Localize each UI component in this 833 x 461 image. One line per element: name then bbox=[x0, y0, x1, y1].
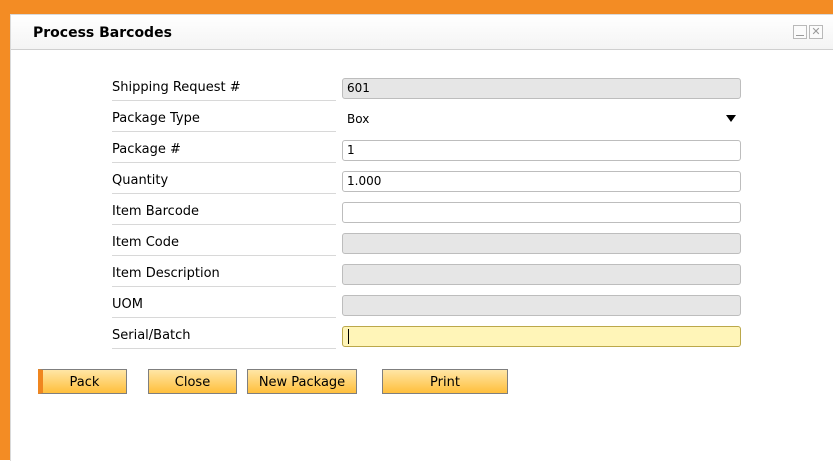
row-uom: UOM bbox=[11, 293, 833, 324]
package-type-label: Package Type bbox=[112, 107, 336, 132]
row-package-number: Package # 1 bbox=[11, 138, 833, 169]
item-code-label: Item Code bbox=[112, 231, 336, 256]
row-item-code: Item Code bbox=[11, 231, 833, 262]
quantity-field[interactable]: 1.000 bbox=[342, 171, 741, 192]
window-title: Process Barcodes bbox=[33, 25, 172, 41]
window-content: Process Barcodes ✕ Shipping Request # 60… bbox=[10, 14, 833, 461]
package-type-select[interactable]: Box bbox=[342, 109, 741, 130]
close-button[interactable]: Close bbox=[148, 369, 237, 394]
pack-button[interactable]: Pack bbox=[38, 369, 127, 394]
new-package-button[interactable]: New Package bbox=[247, 369, 357, 394]
item-barcode-field[interactable] bbox=[342, 202, 741, 223]
uom-label: UOM bbox=[112, 293, 336, 318]
row-quantity: Quantity 1.000 bbox=[11, 169, 833, 200]
close-icon[interactable]: ✕ bbox=[809, 25, 823, 39]
item-description-field bbox=[342, 264, 741, 285]
text-cursor bbox=[348, 329, 349, 344]
serial-batch-field[interactable] bbox=[342, 326, 741, 347]
dropdown-arrow-icon[interactable] bbox=[726, 115, 736, 122]
row-item-barcode: Item Barcode bbox=[11, 200, 833, 231]
package-number-label: Package # bbox=[112, 138, 336, 163]
minimize-icon[interactable] bbox=[793, 25, 807, 39]
serial-batch-label: Serial/Batch bbox=[112, 324, 336, 349]
item-barcode-label: Item Barcode bbox=[112, 200, 336, 225]
row-shipping-request: Shipping Request # 601 bbox=[11, 76, 833, 107]
title-bar: Process Barcodes ✕ bbox=[11, 15, 833, 50]
shipping-request-field: 601 bbox=[342, 78, 741, 99]
item-code-field bbox=[342, 233, 741, 254]
shipping-request-label: Shipping Request # bbox=[112, 76, 336, 101]
package-number-field[interactable]: 1 bbox=[342, 140, 741, 161]
row-serial-batch: Serial/Batch bbox=[11, 324, 833, 355]
item-description-label: Item Description bbox=[112, 262, 336, 287]
quantity-label: Quantity bbox=[112, 169, 336, 194]
uom-field bbox=[342, 295, 741, 316]
row-package-type: Package Type Box bbox=[11, 107, 833, 138]
row-item-description: Item Description bbox=[11, 262, 833, 293]
process-barcodes-window: Process Barcodes ✕ Shipping Request # 60… bbox=[0, 0, 833, 461]
package-type-value: Box bbox=[347, 112, 370, 126]
print-button[interactable]: Print bbox=[382, 369, 508, 394]
